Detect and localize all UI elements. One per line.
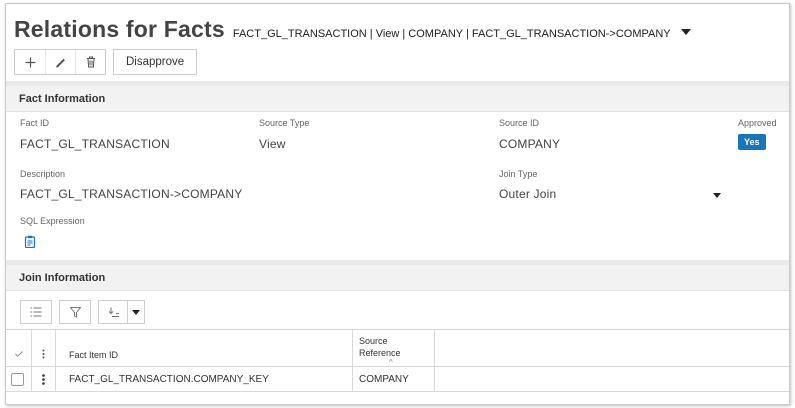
source-reference-value: COMPANY xyxy=(359,374,409,385)
add-button[interactable] xyxy=(15,50,45,74)
row-menu-cell[interactable] xyxy=(32,367,56,391)
source-id-label: Source ID xyxy=(499,118,540,128)
join-type-select[interactable]: Outer Join xyxy=(499,187,556,201)
join-information-heading: Join Information xyxy=(6,265,789,291)
disapprove-button[interactable]: Disapprove xyxy=(113,49,198,75)
source-reference-header-line1: Source xyxy=(359,336,388,346)
join-type-label: Join Type xyxy=(499,169,538,179)
kebab-icon xyxy=(42,374,45,385)
list-icon xyxy=(30,307,42,317)
table-header-row: Fact Item ID Source Reference ^ xyxy=(6,330,789,367)
column-chooser-button[interactable] xyxy=(20,300,52,324)
filter-icon xyxy=(69,306,81,318)
delete-button[interactable] xyxy=(75,50,105,74)
fact-item-id-header-label: Fact Item ID xyxy=(69,350,119,360)
title-dropdown-caret-icon[interactable] xyxy=(680,29,691,35)
filter-button[interactable] xyxy=(59,300,91,324)
crud-button-group xyxy=(14,49,106,75)
source-type-value: View xyxy=(259,137,286,151)
trash-icon xyxy=(86,56,95,68)
pencil-icon xyxy=(55,58,65,68)
kebab-icon xyxy=(42,349,45,359)
source-type-label: Source Type xyxy=(259,118,310,128)
description-label: Description xyxy=(20,169,66,179)
join-type-chevron-down-icon[interactable] xyxy=(713,193,721,198)
fact-id-label: Fact ID xyxy=(20,118,50,128)
fact-id-value: FACT_GL_TRANSACTION xyxy=(20,137,170,151)
check-icon xyxy=(15,351,23,357)
sort-button[interactable] xyxy=(98,300,128,324)
edit-button[interactable] xyxy=(45,50,75,74)
row-checkbox[interactable] xyxy=(11,373,24,386)
source-reference-header-line2: Reference xyxy=(359,348,401,358)
source-id-value: COMPANY xyxy=(499,137,561,151)
source-reference-cell: COMPANY xyxy=(353,367,435,391)
plus-icon xyxy=(25,57,35,67)
caret-down-icon xyxy=(132,309,140,315)
approved-status-badge: Yes xyxy=(738,134,766,150)
clipboard-icon[interactable] xyxy=(24,235,36,248)
source-reference-column-header[interactable]: Source Reference ^ xyxy=(353,330,435,367)
fact-item-id-cell: FACT_GL_TRANSACTION.COMPANY_KEY xyxy=(56,367,353,391)
sort-options-dropdown[interactable] xyxy=(127,300,145,324)
fact-information-heading: Fact Information xyxy=(6,86,789,112)
select-all-header[interactable] xyxy=(6,330,32,366)
approved-label: Approved xyxy=(738,118,777,128)
row-select-cell xyxy=(6,367,32,391)
relations-window: Relations for Facts FACT_GL_TRANSACTION … xyxy=(5,3,790,405)
main-toolbar: Disapprove xyxy=(14,49,198,75)
sort-icon xyxy=(108,307,119,317)
fact-item-id-value: FACT_GL_TRANSACTION.COMPANY_KEY xyxy=(69,374,269,385)
title-row: Relations for Facts FACT_GL_TRANSACTION … xyxy=(14,16,691,43)
sql-expression-label: SQL Expression xyxy=(20,216,85,226)
column-menu-header[interactable] xyxy=(32,330,56,366)
page-subtitle: FACT_GL_TRANSACTION | View | COMPANY | F… xyxy=(232,28,671,40)
description-value: FACT_GL_TRANSACTION->COMPANY xyxy=(20,187,243,201)
table-row[interactable]: FACT_GL_TRANSACTION.COMPANY_KEY COMPANY xyxy=(6,367,789,392)
fact-item-id-column-header[interactable]: Fact Item ID xyxy=(56,330,353,366)
page-title: Relations for Facts xyxy=(14,16,225,42)
join-items-table: Fact Item ID Source Reference ^ FACT_GL_… xyxy=(6,329,789,392)
